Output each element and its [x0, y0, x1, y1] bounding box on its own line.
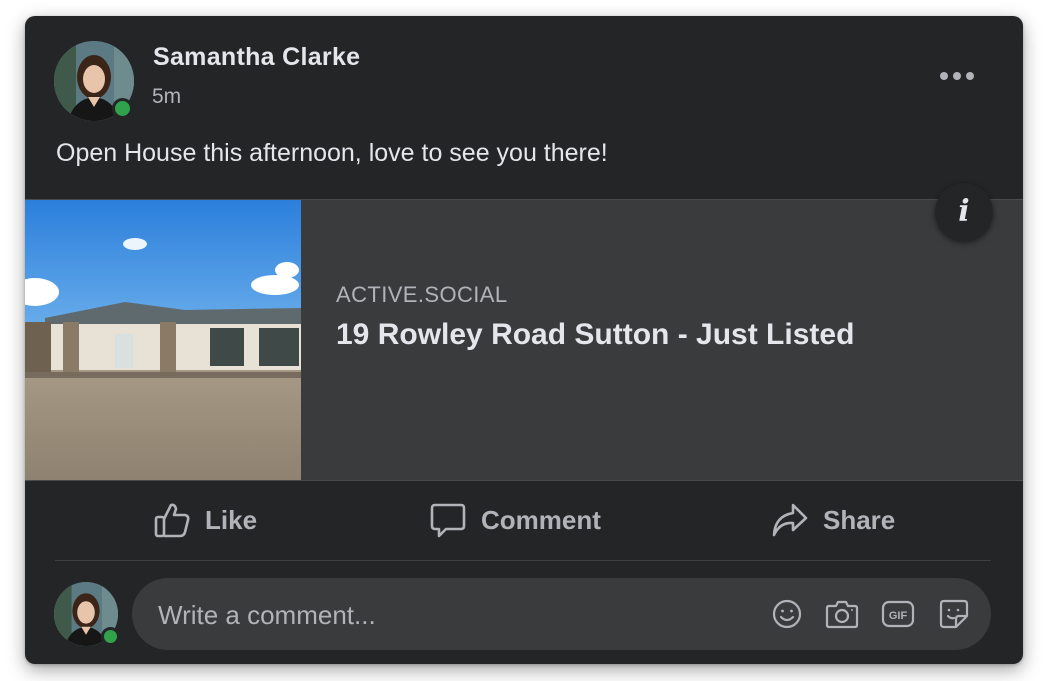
online-status-dot — [101, 627, 120, 646]
like-button[interactable]: Like — [153, 480, 257, 560]
actions-divider — [55, 560, 991, 561]
camera-icon — [825, 600, 859, 629]
emoji-button[interactable] — [769, 596, 805, 632]
link-domain: ACTIVE.SOCIAL — [336, 282, 508, 307]
comment-button[interactable]: Comment — [429, 480, 601, 560]
share-button[interactable]: Share — [771, 480, 895, 560]
link-title[interactable]: 19 Rowley Road Sutton - Just Listed — [336, 318, 854, 352]
post-actions-bar: Like Comment Share — [55, 480, 991, 560]
comment-composer: GIF — [132, 578, 991, 652]
photo-button[interactable] — [824, 596, 860, 632]
info-icon: i — [958, 194, 970, 229]
comment-input[interactable] — [156, 578, 740, 652]
gif-icon: GIF — [881, 600, 915, 628]
gif-button[interactable]: GIF — [880, 596, 916, 632]
sticker-icon — [939, 599, 969, 629]
author-avatar[interactable] — [54, 41, 134, 121]
comment-bubble-icon — [430, 503, 466, 538]
online-status-dot — [112, 98, 133, 119]
post-card: Samantha Clarke 5m Open House this after… — [25, 16, 1023, 664]
link-thumbnail[interactable] — [25, 200, 301, 480]
like-label: Like — [205, 504, 258, 535]
comment-label: Comment — [481, 504, 601, 535]
author-name[interactable]: Samantha Clarke — [153, 43, 360, 72]
current-user-avatar[interactable] — [54, 582, 120, 646]
sticker-button[interactable] — [936, 596, 972, 632]
more-options-button[interactable] — [935, 58, 979, 94]
info-button[interactable]: i — [935, 183, 993, 241]
emoji-icon — [772, 599, 802, 629]
more-horizontal-icon — [940, 72, 974, 80]
svg-text:GIF: GIF — [889, 610, 908, 622]
thumbs-up-icon — [154, 503, 190, 538]
share-label: Share — [823, 504, 896, 535]
post-text: Open House this afternoon, love to see y… — [56, 139, 608, 167]
share-arrow-icon — [772, 503, 808, 537]
post-timestamp[interactable]: 5m — [152, 85, 181, 109]
link-preview-card[interactable]: ACTIVE.SOCIAL 19 Rowley Road Sutton - Ju… — [25, 199, 1023, 481]
